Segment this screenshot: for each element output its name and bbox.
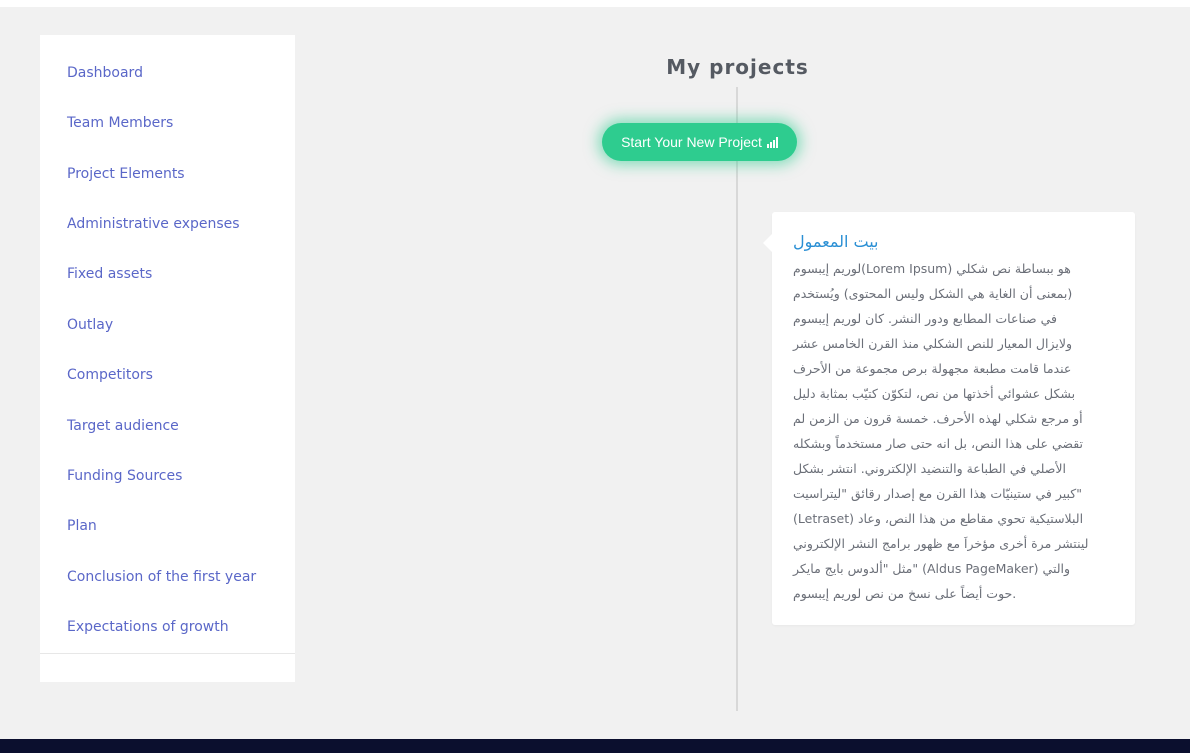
sidebar-item-target-audience[interactable]: Target audience bbox=[67, 417, 179, 435]
sidebar-item-competitors[interactable]: Competitors bbox=[67, 366, 153, 384]
timeline-line bbox=[736, 87, 738, 711]
sidebar-item-expectations-of-growth[interactable]: Expectations of growth bbox=[67, 618, 229, 636]
description-line: عندما قامت مطبعة مجهولة برص مجموعة من ال… bbox=[793, 361, 1072, 376]
sidebar-item-team-members[interactable]: Team Members bbox=[67, 114, 173, 132]
sidebar-item-administrative-expenses[interactable]: Administrative expenses bbox=[67, 215, 240, 233]
description-line: "كبير في ستينيّات هذا القرن مع إصدار رقا… bbox=[793, 486, 1082, 501]
sidebar: Dashboard Team Members Project Elements … bbox=[40, 35, 295, 682]
sidebar-item-dashboard[interactable]: Dashboard bbox=[67, 64, 143, 82]
top-strip bbox=[0, 0, 1190, 7]
start-new-project-label: Start Your New Project bbox=[621, 134, 762, 150]
sidebar-item-conclusion-first-year[interactable]: Conclusion of the first year bbox=[67, 568, 256, 586]
description-line: البلاستيكية تحوي مقاطع من هذا النص، وعاد… bbox=[793, 511, 1084, 526]
project-card-description: هو ببساطة نص شكلي (Lorem Ipsum)لوريم إيب… bbox=[793, 256, 1115, 606]
sidebar-item-plan[interactable]: Plan bbox=[67, 517, 97, 535]
description-line: في صناعات المطابع ودور النشر. كان لوريم … bbox=[793, 311, 1058, 326]
description-line: .حوت أيضاً على نسخ من نص لوريم إيبسوم bbox=[793, 586, 1017, 601]
card-pointer bbox=[763, 234, 772, 252]
description-line: هو ببساطة نص شكلي (Lorem Ipsum)لوريم إيب… bbox=[793, 261, 1071, 276]
sidebar-item-outlay[interactable]: Outlay bbox=[67, 316, 113, 334]
sidebar-item-funding-sources[interactable]: Funding Sources bbox=[67, 467, 182, 485]
description-line: أو مرجع شكلي لهذه الأحرف. خمسة قرون من ا… bbox=[793, 411, 1083, 426]
bar-chart-icon bbox=[766, 136, 778, 148]
footer-bar bbox=[0, 739, 1190, 753]
description-line: لينتشر مرة أخرى مؤخراَ مع ظهور برامج الن… bbox=[793, 536, 1089, 551]
description-line: (بمعنى أن الغاية هي الشكل وليس المحتوى) … bbox=[793, 286, 1073, 301]
project-card: بيت المعمول هو ببساطة نص شكلي (Lorem Ips… bbox=[763, 212, 1135, 625]
start-new-project-button[interactable]: Start Your New Project bbox=[602, 123, 797, 161]
description-line: ولايزال المعيار للنص الشكلي منذ القرن ال… bbox=[793, 336, 1072, 351]
sidebar-item-project-elements[interactable]: Project Elements bbox=[67, 165, 185, 183]
page-title: My projects bbox=[666, 55, 809, 79]
description-line: بشكل عشوائي أخذتها من نص، لتكوّن كتيّب ب… bbox=[793, 386, 1076, 401]
sidebar-item-fixed-assets[interactable]: Fixed assets bbox=[67, 265, 152, 283]
project-card-title[interactable]: بيت المعمول bbox=[793, 232, 879, 251]
description-line: والتي (Aldus PageMaker) "مثل "ألدوس بايج… bbox=[793, 561, 1071, 576]
description-line: تقضي على هذا النص، بل انه حتى صار مستخدم… bbox=[793, 436, 1084, 451]
sidebar-divider bbox=[40, 653, 295, 654]
description-line: الأصلي في الطباعة والتنضيد الإلكتروني. ا… bbox=[793, 461, 1066, 476]
